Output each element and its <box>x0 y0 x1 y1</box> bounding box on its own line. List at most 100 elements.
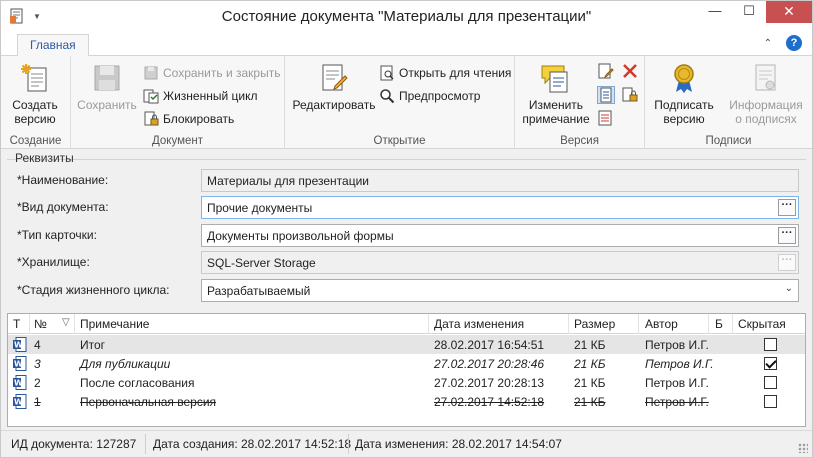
note-comment-icon <box>540 62 572 94</box>
maximize-button[interactable]: ☐ <box>732 1 766 23</box>
lock-icon <box>143 111 159 127</box>
name-field-value: Материалы для презентации <box>207 174 369 188</box>
window-title: Состояние документа "Материалы для презе… <box>221 8 592 25</box>
cell-number: 3 <box>34 357 41 371</box>
name-field[interactable]: Материалы для презентации <box>201 169 799 192</box>
sign-version-label-2: версию <box>663 112 705 126</box>
col-author[interactable]: Автор <box>645 317 678 331</box>
cardtype-field-value: Документы произвольной формы <box>207 229 394 243</box>
new-version-icon <box>19 62 51 94</box>
current-version-icon[interactable] <box>597 86 615 104</box>
word-file-icon: W <box>13 337 27 352</box>
col-b[interactable]: Б <box>715 317 723 331</box>
field-storage-label: *Хранилище: <box>17 255 90 269</box>
preview-label: Предпросмотр <box>399 89 481 103</box>
cell-number: 4 <box>34 338 41 352</box>
col-hidden[interactable]: Скрытая <box>738 317 786 331</box>
field-doctype-row: *Вид документа: Прочие документы ··· <box>17 196 799 220</box>
change-note-label-2: примечание <box>522 112 590 126</box>
sort-arrow-icon: ▽ <box>62 317 70 328</box>
hidden-checkbox[interactable] <box>764 357 777 370</box>
svg-text:W: W <box>14 398 23 407</box>
table-row[interactable]: W 1 Первоначальная версия 27.02.2017 14:… <box>8 392 805 411</box>
col-number[interactable]: № <box>34 317 47 331</box>
document-state-window: ▼ Состояние документа "Материалы для пре… <box>0 0 813 458</box>
storage-browse-button[interactable]: ··· <box>778 254 796 271</box>
cell-date: 27.02.2017 20:28:13 <box>434 376 545 390</box>
lifecycle-stage-select[interactable]: Разрабатываемый ⌄ <box>201 279 799 302</box>
col-type[interactable]: Т <box>13 317 20 331</box>
field-lifecycle-label: *Стадия жизненного цикла: <box>17 283 170 297</box>
collapse-ribbon-icon[interactable]: ⌃ <box>764 38 772 49</box>
cardtype-field[interactable]: Документы произвольной формы ··· <box>201 224 799 247</box>
col-date[interactable]: Дата изменения <box>434 317 524 331</box>
signature-info-label-2: о подписях <box>735 112 797 126</box>
table-row[interactable]: W 4 Итог 28.02.2017 16:54:51 21 КБ Петро… <box>8 335 805 354</box>
col-size[interactable]: Размер <box>574 317 615 331</box>
signature-info-button[interactable]: Информация о подписях <box>725 62 807 126</box>
chevron-down-icon[interactable]: ⌄ <box>785 283 793 294</box>
lifecycle-button[interactable]: Жизненный цикл <box>143 87 257 105</box>
table-header: Т № ▽ Примечание Дата изменения Размер А… <box>8 314 805 334</box>
lifecycle-icon <box>143 88 159 104</box>
create-version-button[interactable]: Создать версию <box>7 62 63 126</box>
save-button[interactable]: Сохранить <box>77 62 137 112</box>
storage-field-value: SQL-Server Storage <box>207 256 316 270</box>
compare-versions-icon[interactable] <box>597 109 615 127</box>
group-document: Сохранить Сохранить и закрыть Жизненный … <box>71 56 285 149</box>
hidden-checkbox[interactable] <box>764 338 777 351</box>
cell-number: 1 <box>34 395 41 409</box>
col-note[interactable]: Примечание <box>80 317 149 331</box>
edit-version-icon[interactable] <box>597 62 615 80</box>
table-row[interactable]: W 3 Для публикации 27.02.2017 20:28:46 2… <box>8 354 805 373</box>
versions-table: Т № ▽ Примечание Дата изменения Размер А… <box>7 313 806 427</box>
field-cardtype-row: *Тип карточки: Документы произвольной фо… <box>17 224 799 248</box>
svg-text:W: W <box>14 341 23 350</box>
lock-label: Блокировать <box>163 112 235 126</box>
cardtype-browse-button[interactable]: ··· <box>778 227 796 244</box>
read-document-icon <box>379 65 395 81</box>
save-label: Сохранить <box>77 98 137 112</box>
status-created: Дата создания: 28.02.2017 14:52:18 <box>153 437 352 451</box>
doctype-browse-button[interactable]: ··· <box>778 199 796 216</box>
save-and-close-button[interactable]: Сохранить и закрыть <box>143 64 280 82</box>
edit-button[interactable]: Редактировать <box>291 62 377 112</box>
doctype-field-value: Прочие документы <box>207 201 313 215</box>
field-name-row: *Наименование: Материалы для презентации <box>17 169 799 193</box>
cell-author: Петров И.Г. <box>645 395 709 409</box>
minimize-button[interactable]: — <box>698 1 732 23</box>
storage-field[interactable]: SQL-Server Storage ··· <box>201 251 799 274</box>
lifecycle-label: Жизненный цикл <box>163 89 258 103</box>
hidden-checkbox[interactable] <box>764 395 777 408</box>
sign-version-button[interactable]: Подписать версию <box>649 62 719 126</box>
close-button[interactable]: ✕ <box>766 1 812 23</box>
tab-main[interactable]: Главная <box>17 34 89 57</box>
cell-note: Итог <box>80 338 106 352</box>
cell-size: 21 КБ <box>574 357 606 371</box>
status-doc-id: ИД документа: 127287 <box>11 437 137 451</box>
field-lifecycle-row: *Стадия жизненного цикла: Разрабатываемы… <box>17 279 799 303</box>
lock-version-icon[interactable] <box>621 86 639 104</box>
cell-note: Первоначальная версия <box>80 395 217 409</box>
lock-button[interactable]: Блокировать <box>143 110 234 128</box>
preview-button[interactable]: Предпросмотр <box>379 87 480 105</box>
hidden-checkbox[interactable] <box>764 376 777 389</box>
requisites-caption: Реквизиты <box>15 151 74 165</box>
field-storage-row: *Хранилище: SQL-Server Storage ··· <box>17 251 799 275</box>
open-read-button[interactable]: Открыть для чтения <box>379 64 511 82</box>
resize-grip-icon[interactable] <box>798 443 808 453</box>
delete-version-icon[interactable] <box>621 62 639 80</box>
cell-size: 21 КБ <box>574 376 606 390</box>
create-version-label-1: Создать <box>12 98 58 112</box>
save-and-close-label: Сохранить и закрыть <box>163 66 281 80</box>
cell-date: 27.02.2017 20:28:46 <box>434 357 545 371</box>
svg-text:W: W <box>14 379 23 388</box>
change-note-button[interactable]: Изменить примечание <box>521 62 591 126</box>
doctype-field[interactable]: Прочие документы ··· <box>201 196 799 219</box>
group-signatures: Подписать версию Информация о подписях П… <box>645 56 812 149</box>
create-version-label-2: версию <box>14 112 56 126</box>
table-row[interactable]: W 2 После согласования 27.02.2017 20:28:… <box>8 373 805 392</box>
group-version: Изменить примечание Версия <box>515 56 645 149</box>
help-icon[interactable]: ? <box>786 35 802 51</box>
group-create: Создать версию Создание <box>1 56 71 149</box>
